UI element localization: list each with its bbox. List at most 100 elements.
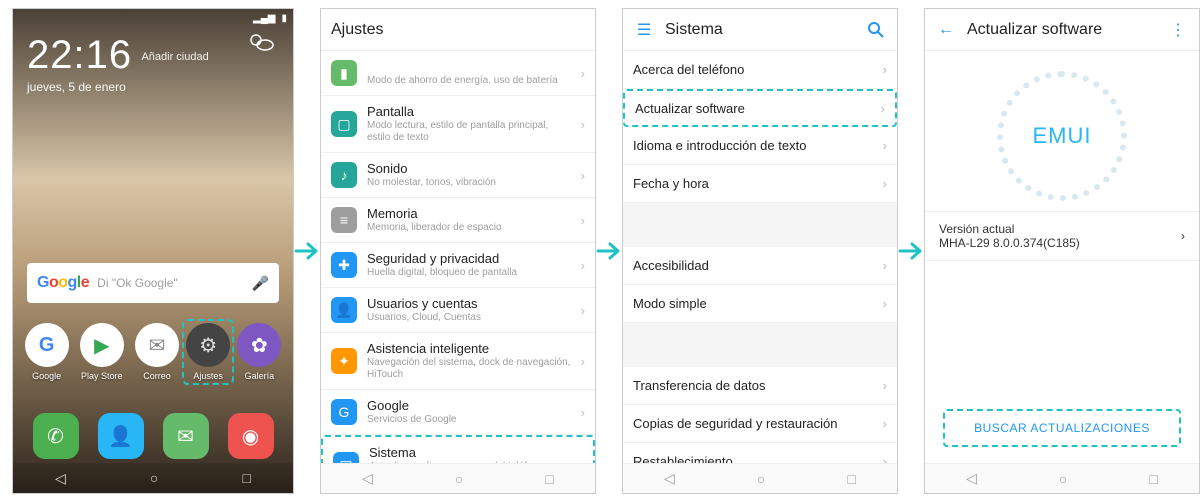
mic-icon[interactable]	[252, 275, 269, 292]
dock-camera[interactable]: ◉	[225, 413, 277, 459]
clock-date: jueves, 5 de enero	[27, 80, 283, 94]
nav-bar: ◁ ○ □	[623, 463, 897, 493]
system-screen: ☰ Sistema Acerca del teléfono›Actualizar…	[622, 8, 898, 494]
app-gallery[interactable]: ✿Galería	[233, 323, 285, 381]
section-gap	[623, 323, 897, 367]
header: Ajustes	[321, 9, 595, 51]
app-google[interactable]: GGoogle	[21, 323, 73, 381]
row-title: Google	[367, 398, 571, 413]
nav-recent-icon[interactable]: □	[847, 471, 855, 487]
row-icon: ≡	[331, 207, 357, 233]
settings-row[interactable]: ▢PantallaModo lectura, estilo de pantall…	[321, 96, 595, 153]
search-placeholder: Di "Ok Google"	[97, 276, 243, 290]
header: ☰ Sistema	[623, 9, 897, 51]
row-title: Usuarios y cuentas	[367, 296, 571, 311]
check-updates-button[interactable]: BUSCAR ACTUALIZACIONES	[943, 409, 1181, 447]
nav-home-icon[interactable]: ○	[455, 471, 463, 487]
row-title: Idioma e introducción de texto	[633, 138, 873, 153]
chevron-right-icon: ›	[883, 378, 887, 393]
app-settings[interactable]: ⚙Ajustes	[182, 319, 234, 385]
dock-messages[interactable]: ✉	[160, 413, 212, 459]
google-search-bar[interactable]: Google Di "Ok Google"	[27, 263, 279, 303]
row-icon: ✦	[331, 348, 357, 374]
settings-row[interactable]: GGoogleServicios de Google›	[321, 390, 595, 435]
update-screen: ← Actualizar software ⋮ EMUI Versión act…	[924, 8, 1200, 494]
system-row[interactable]: Modo simple ›	[623, 285, 897, 323]
nav-home-icon[interactable]: ○	[757, 471, 765, 487]
nav-home-icon[interactable]: ○	[150, 470, 158, 486]
system-list[interactable]: Acerca del teléfono›Actualizar software›…	[623, 51, 897, 493]
emui-logo: EMUI	[997, 71, 1127, 201]
row-title: Accesibilidad	[633, 258, 873, 273]
nav-recent-icon[interactable]: □	[1149, 471, 1157, 487]
menu-icon[interactable]: ☰	[633, 19, 655, 41]
settings-row[interactable]: ✦Asistencia inteligenteNavegación del si…	[321, 333, 595, 390]
dock-contacts[interactable]: 👤	[95, 413, 147, 459]
settings-row[interactable]: ♪SonidoNo molestar, tonos, vibración›	[321, 153, 595, 198]
header: ← Actualizar software ⋮	[925, 9, 1199, 51]
system-row[interactable]: Idioma e introducción de texto›	[623, 127, 897, 165]
weather-icon[interactable]	[247, 31, 275, 56]
row-icon: ♪	[331, 162, 357, 188]
nav-back-icon[interactable]: ◁	[55, 470, 66, 487]
signal-icon: ▂▄▆	[253, 13, 275, 24]
row-title: Memoria	[367, 206, 571, 221]
row-icon: ✚	[331, 252, 357, 278]
nav-back-icon[interactable]: ◁	[664, 470, 675, 487]
settings-row[interactable]: ≡MemoriaMemoria, liberador de espacio›	[321, 198, 595, 243]
chevron-right-icon: ›	[883, 296, 887, 311]
nav-back-icon[interactable]: ◁	[966, 470, 977, 487]
version-value: MHA-L29 8.0.0.374(C185)	[939, 236, 1181, 250]
app-playstore[interactable]: ▶Play Store	[76, 323, 128, 381]
row-subtitle: Modo de ahorro de energía, uso de baterí…	[367, 75, 571, 87]
nav-back-icon[interactable]: ◁	[362, 470, 373, 487]
row-subtitle: No molestar, tonos, vibración	[367, 177, 571, 189]
nav-bar: ◁ ○ □	[13, 463, 293, 493]
step-arrow-icon	[294, 240, 320, 262]
chevron-right-icon: ›	[581, 354, 585, 369]
row-subtitle: Navegación del sistema, dock de navegaci…	[367, 357, 571, 381]
row-title: Fecha y hora	[633, 176, 873, 191]
clock-time: 22:16	[27, 33, 132, 78]
dock-phone[interactable]: ✆	[30, 413, 82, 459]
system-row[interactable]: Acerca del teléfono›	[623, 51, 897, 89]
row-icon: ▢	[331, 111, 357, 137]
chevron-right-icon: ›	[581, 66, 585, 81]
chevron-right-icon: ›	[581, 168, 585, 183]
row-title: Copias de seguridad y restauración	[633, 416, 873, 431]
chevron-right-icon: ›	[883, 62, 887, 77]
version-row[interactable]: Versión actual MHA-L29 8.0.0.374(C185) ›	[925, 211, 1199, 261]
google-logo: Google	[37, 274, 89, 292]
row-title: Transferencia de datos	[633, 378, 873, 393]
system-row[interactable]: Copias de seguridad y restauración›	[623, 405, 897, 443]
back-icon[interactable]: ←	[935, 19, 957, 41]
row-subtitle: Servicios de Google	[367, 414, 571, 426]
system-row[interactable]: Fecha y hora›	[623, 165, 897, 203]
row-title: Sistema	[369, 445, 569, 460]
nav-recent-icon[interactable]: □	[242, 470, 250, 486]
settings-row[interactable]: ▮BateríaModo de ahorro de energía, uso d…	[321, 51, 595, 96]
settings-row[interactable]: 👤 Usuarios y cuentasUsuarios, Cloud, Cuen…	[321, 288, 595, 333]
row-icon: 👤	[331, 297, 357, 323]
more-icon[interactable]: ⋮	[1167, 19, 1189, 41]
chevron-right-icon: ›	[1181, 229, 1185, 243]
search-icon[interactable]	[865, 19, 887, 41]
nav-recent-icon[interactable]: □	[545, 471, 553, 487]
system-row[interactable]: Actualizar software›	[623, 89, 897, 127]
system-row[interactable]: Transferencia de datos ›	[623, 367, 897, 405]
row-subtitle: Huella digital, bloqueo de pantalla	[367, 267, 571, 279]
chevron-right-icon: ›	[581, 258, 585, 273]
app-mail[interactable]: ✉Correo	[131, 323, 183, 381]
row-title: Modo simple	[633, 296, 873, 311]
section-gap	[623, 203, 897, 247]
row-subtitle: Usuarios, Cloud, Cuentas	[367, 312, 571, 324]
nav-home-icon[interactable]: ○	[1059, 471, 1067, 487]
add-city-link[interactable]: Añadir ciudad	[141, 51, 208, 63]
chevron-right-icon: ›	[581, 405, 585, 420]
system-row[interactable]: Accesibilidad ›	[623, 247, 897, 285]
status-bar: ▂▄▆ ▮	[13, 9, 293, 27]
settings-list[interactable]: ▮BateríaModo de ahorro de energía, uso d…	[321, 51, 595, 493]
settings-row[interactable]: ✚Seguridad y privacidadHuella digital, b…	[321, 243, 595, 288]
chevron-right-icon: ›	[883, 258, 887, 273]
step-arrow-icon	[596, 240, 622, 262]
